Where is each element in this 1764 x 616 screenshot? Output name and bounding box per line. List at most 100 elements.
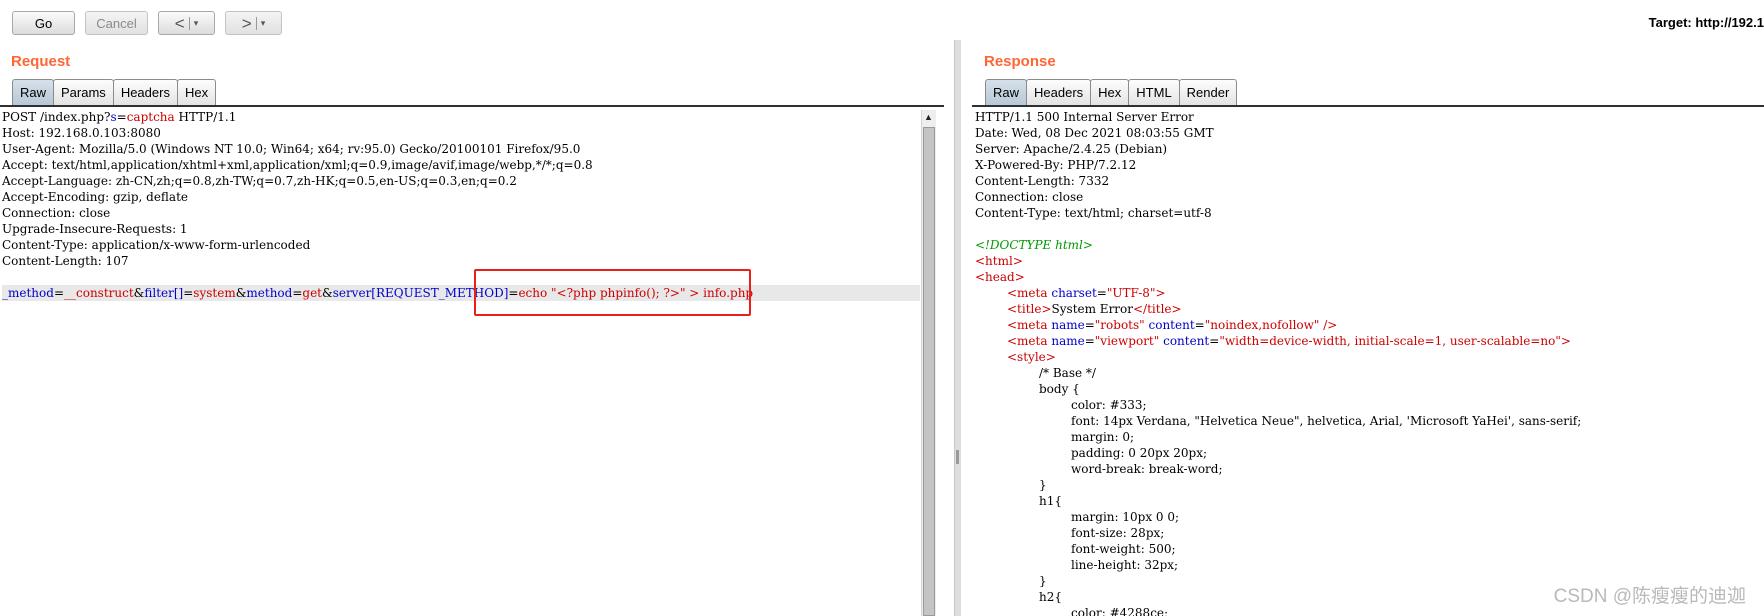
tab-headers[interactable]: Headers: [1026, 79, 1092, 105]
header-line: Connection: close: [2, 206, 111, 220]
highlight-box: [474, 269, 751, 316]
attr-value: "robots": [1094, 318, 1145, 332]
header-line: Connection: close: [975, 190, 1084, 204]
meta-line: <meta name="viewport" content="width=dev…: [1007, 334, 1571, 348]
body-amp: &: [235, 286, 247, 300]
header-line: Content-Length: 7332: [975, 174, 1110, 188]
body-value: system: [193, 286, 236, 300]
attr-name: name: [1051, 334, 1085, 348]
tab-divider: [972, 105, 1764, 107]
header-line: X-Powered-By: PHP/7.2.12: [975, 158, 1137, 172]
header-line: Date: Wed, 08 Dec 2021 08:03:55 GMT: [975, 126, 1214, 140]
tab-divider: [0, 105, 944, 107]
forward-arrow-icon: >: [241, 13, 252, 33]
css-line: margin: 10px 0 0;: [1071, 510, 1180, 524]
body-amp: &: [133, 286, 145, 300]
body-key: method: [246, 286, 293, 300]
style-tag-line: <style>: [1007, 350, 1056, 364]
go-button[interactable]: Go: [12, 11, 75, 35]
attr-name: name: [1051, 318, 1085, 332]
body-equals: =: [53, 286, 64, 300]
attr-value: "width=device-width, initial-scale=1, us…: [1219, 334, 1561, 348]
css-line: h1{: [1039, 494, 1062, 508]
css-line: /* Base */: [1039, 366, 1096, 380]
tab-hex[interactable]: Hex: [1090, 79, 1130, 105]
css-line: padding: 0 20px 20px;: [1071, 446, 1208, 460]
tab-headers[interactable]: Headers: [112, 79, 178, 105]
scroll-up-icon[interactable]: ▲: [924, 112, 933, 122]
tab-raw[interactable]: Raw: [12, 79, 55, 105]
request-body-line: _method=__construct&filter[]=system&meth…: [2, 285, 920, 301]
back-dropdown-icon[interactable]: ▾: [194, 18, 199, 29]
back-button[interactable]: < ▾: [158, 11, 215, 35]
attr-name: charset: [1051, 286, 1097, 300]
watermark: CSDN @陈瘦瘦的迪迦: [1553, 586, 1746, 607]
tab-render[interactable]: Render: [1178, 79, 1238, 105]
request-method-path: POST /index.php?: [2, 110, 111, 124]
status-line: HTTP/1.1 500 Internal Server Error: [975, 110, 1194, 124]
header-line: Upgrade-Insecure-Requests: 1: [2, 222, 188, 236]
cancel-button[interactable]: Cancel: [85, 11, 148, 35]
meta-line: <meta name="robots" content="noindex,nof…: [1007, 318, 1338, 332]
header-line: Host: 192.168.0.103:8080: [2, 126, 161, 140]
scroll-thumb[interactable]: [923, 127, 935, 616]
param-value: captcha: [126, 110, 175, 124]
tag: <meta: [1007, 318, 1048, 332]
meta-line: <meta charset="UTF-8">: [1007, 286, 1166, 300]
attr-value: "UTF-8": [1106, 286, 1156, 300]
tab-hex[interactable]: Hex: [176, 79, 217, 105]
css-line: }: [1039, 478, 1047, 492]
response-panel: Response Raw Headers Hex HTML Render HTT…: [962, 44, 1764, 616]
tag: </title>: [1133, 302, 1182, 316]
button-separator: [188, 16, 190, 30]
forward-button[interactable]: > ▾: [225, 11, 282, 35]
css-line: line-height: 32px;: [1071, 558, 1179, 572]
header-line: Accept-Language: zh-CN,zh;q=0.8,zh-TW;q=…: [2, 174, 517, 188]
request-title: Request: [11, 53, 71, 70]
tag: />: [1319, 318, 1338, 332]
body-equals: =: [183, 286, 194, 300]
divider-grip[interactable]: [956, 450, 959, 464]
attr-name: content: [1148, 318, 1195, 332]
css-line: body {: [1039, 382, 1080, 396]
attr-name: content: [1163, 334, 1210, 348]
css-line: font-size: 28px;: [1071, 526, 1165, 540]
request-scrollbar[interactable]: ▲: [921, 110, 936, 616]
css-line: color: #333;: [1071, 398, 1147, 412]
css-line: word-break: break-word;: [1071, 462, 1223, 476]
title-line: <title>System Error</title>: [975, 301, 1764, 317]
tag: <meta: [1007, 334, 1048, 348]
request-panel: Request Raw Params Headers Hex POST /ind…: [0, 44, 944, 616]
head-tag-line: <head>: [975, 270, 1025, 284]
response-title: Response: [984, 53, 1056, 70]
css-line: font: 14px Verdana, "Helvetica Neue", he…: [1071, 414, 1582, 428]
forward-dropdown-icon[interactable]: ▾: [261, 18, 266, 29]
back-arrow-icon: <: [174, 13, 185, 33]
header-line: Content-Length: 107: [2, 254, 129, 268]
tab-params[interactable]: Params: [53, 79, 114, 105]
tag: <title>: [1007, 302, 1052, 316]
header-line: Content-Type: text/html; charset=utf-8: [975, 206, 1212, 220]
response-tabs: Raw Headers Hex HTML Render: [985, 79, 1238, 105]
body-amp: &: [322, 286, 333, 300]
response-editor[interactable]: HTTP/1.1 500 Internal Server Error Date:…: [975, 109, 1764, 616]
title-text: System Error: [1051, 302, 1133, 316]
header-line: Accept-Encoding: gzip, deflate: [2, 190, 189, 204]
attr-value: "noindex,nofollow": [1204, 318, 1320, 332]
param-equals: =: [116, 110, 127, 124]
tag: >: [1155, 286, 1166, 300]
toolbar: Go Cancel < ▾ > ▾ Target: http://192.1: [0, 0, 1764, 44]
tab-html[interactable]: HTML: [1128, 79, 1180, 105]
attr-value: "viewport": [1094, 334, 1160, 348]
doctype-line: <!DOCTYPE html>: [975, 238, 1093, 252]
css-line: font-weight: 500;: [1071, 542, 1176, 556]
request-editor[interactable]: POST /index.php?s=captcha HTTP/1.1 Host:…: [2, 109, 920, 616]
css-line: margin: 0;: [1071, 430, 1135, 444]
tab-raw[interactable]: Raw: [985, 79, 1028, 105]
body-key: _method: [2, 286, 54, 300]
split-divider[interactable]: [954, 40, 961, 616]
tag: <meta: [1007, 286, 1048, 300]
body-key: filter[]: [144, 286, 184, 300]
